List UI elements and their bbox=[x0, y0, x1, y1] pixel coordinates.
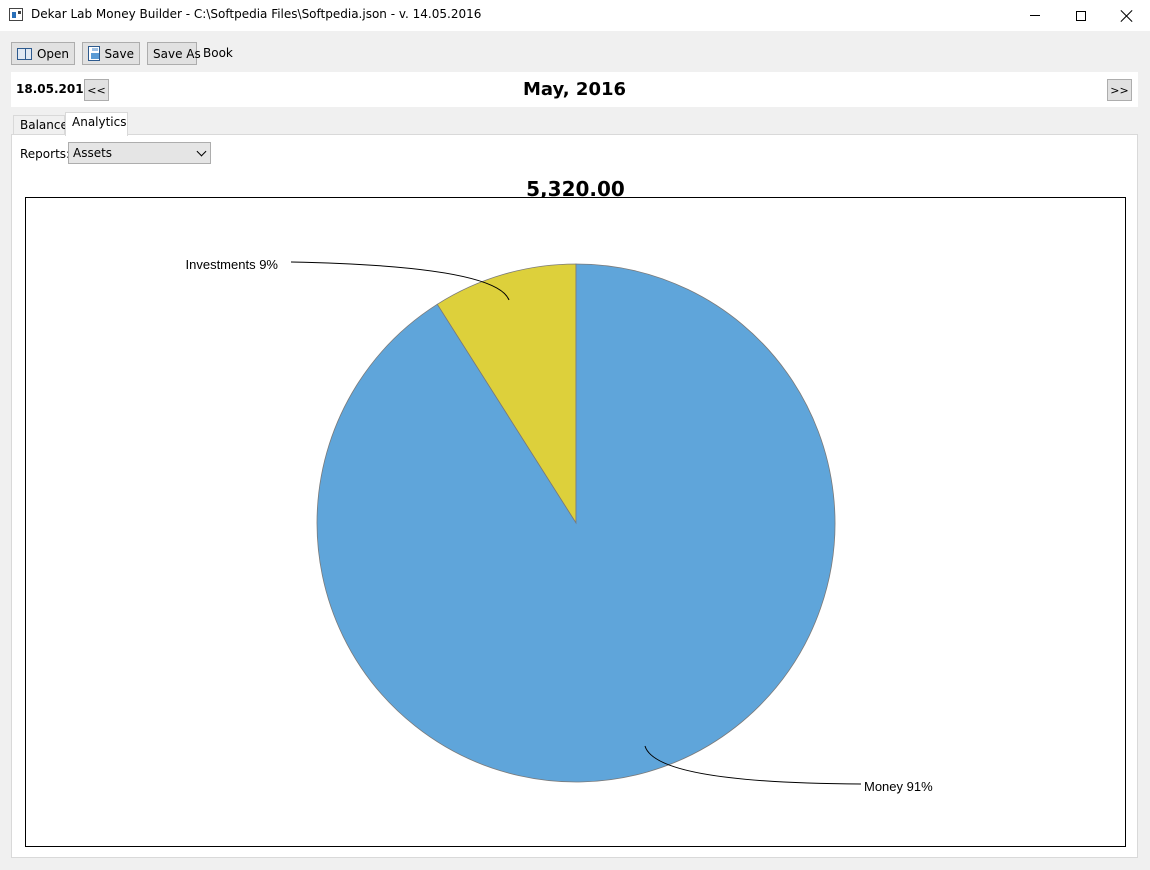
minimize-button[interactable] bbox=[1012, 0, 1058, 31]
app-icon bbox=[9, 8, 23, 21]
pie-chart-svg: Investments 9% Money 91% bbox=[186, 257, 934, 794]
save-as-button[interactable]: Save As bbox=[147, 42, 201, 65]
chevron-down-icon bbox=[196, 146, 207, 157]
save-icon bbox=[88, 46, 100, 61]
save-button[interactable]: Save bbox=[82, 42, 140, 65]
pie-chart: Investments 9% Money 91% bbox=[25, 197, 1126, 847]
book-label: Book bbox=[203, 46, 233, 60]
analytics-panel: Reports: Assets 5,320.00 Investments 9% M… bbox=[11, 134, 1138, 858]
month-title: May, 2016 bbox=[522, 79, 627, 100]
slice-label-money: Money 91% bbox=[864, 779, 933, 794]
tab-balance[interactable]: Balance bbox=[13, 115, 68, 135]
reports-select-value: Assets bbox=[73, 146, 113, 160]
main-window: Open Save Save As Book 18.05.2016 << May… bbox=[0, 31, 1150, 870]
minimize-icon bbox=[1030, 15, 1040, 16]
slice-label-investments: Investments 9% bbox=[186, 257, 279, 272]
date-bar: 18.05.2016 << May, 2016 >> bbox=[11, 72, 1138, 107]
open-button[interactable]: Open bbox=[11, 42, 75, 65]
maximize-button[interactable] bbox=[1058, 0, 1104, 31]
next-month-button[interactable]: >> bbox=[1107, 79, 1132, 101]
open-book-icon bbox=[17, 47, 32, 60]
close-icon bbox=[1121, 10, 1133, 22]
close-button[interactable] bbox=[1104, 0, 1150, 31]
reports-select[interactable]: Assets bbox=[68, 142, 211, 164]
save-button-label: Save bbox=[104, 46, 134, 61]
save-as-button-label: Save As bbox=[153, 46, 201, 61]
window-title: Dekar Lab Money Builder - C:\Softpedia F… bbox=[31, 7, 482, 21]
title-bar: Dekar Lab Money Builder - C:\Softpedia F… bbox=[0, 0, 1150, 31]
pie-slice-money bbox=[316, 263, 836, 783]
open-button-label: Open bbox=[36, 46, 69, 61]
reports-label: Reports: bbox=[20, 147, 71, 161]
tab-analytics[interactable]: Analytics bbox=[65, 112, 128, 136]
maximize-icon bbox=[1076, 10, 1086, 21]
